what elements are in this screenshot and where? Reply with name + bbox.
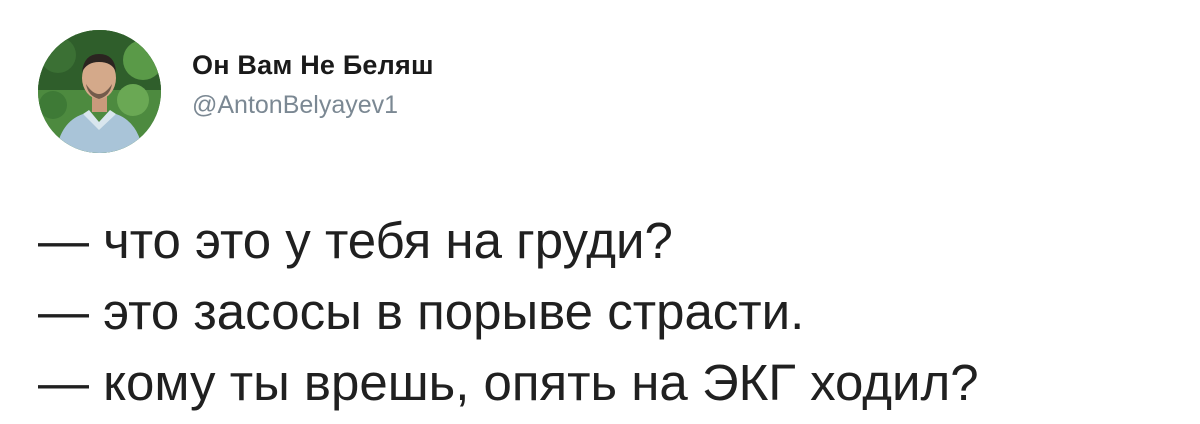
profile-photo-icon <box>38 30 161 153</box>
tweet-line: — что это у тебя на груди? <box>38 212 673 269</box>
tweet-text: — что это у тебя на груди? — это засосы … <box>38 205 1178 418</box>
avatar[interactable] <box>38 30 161 153</box>
author-name[interactable]: Он Вам Не Беляш <box>192 50 434 81</box>
tweet-card: Он Вам Не Беляш @AntonBelyayev1 — что эт… <box>0 0 1200 424</box>
tweet-line: — кому ты врешь, опять на ЭКГ ходил? <box>38 354 979 411</box>
author-handle[interactable]: @AntonBelyayev1 <box>192 91 398 120</box>
tweet-line: — это засосы в порыве страсти. <box>38 283 805 340</box>
